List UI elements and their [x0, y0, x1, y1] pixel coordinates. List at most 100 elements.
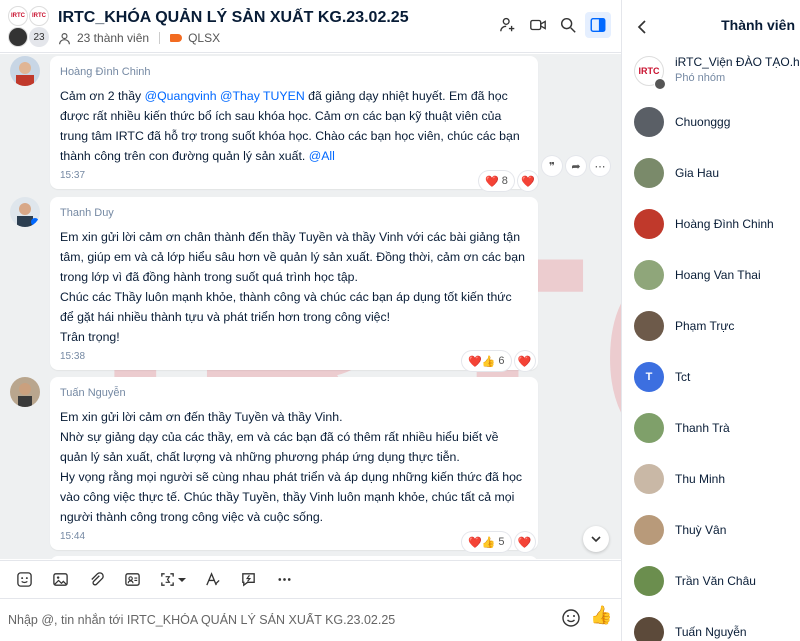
- sender-name: Hoàng Đình Chinh: [60, 66, 151, 78]
- emoji-button[interactable]: [561, 608, 581, 628]
- format-text-button[interactable]: [196, 565, 228, 595]
- member-item[interactable]: T Tct: [622, 357, 800, 397]
- quote-button[interactable]: ❞: [542, 156, 562, 176]
- more-button[interactable]: ⋯: [590, 156, 610, 176]
- avatar-photo: [10, 197, 40, 227]
- reactions: ❤️👍 6 ❤️: [462, 351, 535, 371]
- mention-link[interactable]: @All: [309, 149, 335, 163]
- heart-like-icon: ❤️👍: [468, 355, 496, 368]
- avatar[interactable]: [634, 209, 664, 239]
- heart-icon: ❤️: [520, 175, 535, 188]
- screenshot-button[interactable]: [152, 565, 192, 595]
- group-avatar[interactable]: IRTC IRTC 23: [8, 6, 50, 48]
- member-item[interactable]: Hoang Van Thai: [622, 255, 800, 295]
- avatar-photo: [634, 464, 664, 494]
- avatar[interactable]: [634, 413, 664, 443]
- member-item[interactable]: Tuấn Nguyễn: [622, 612, 800, 641]
- panel-title: Thành viên: [721, 17, 795, 33]
- divider: [159, 32, 161, 44]
- member-name: Tuấn Nguyễn: [675, 625, 747, 639]
- message-actions: ❞ ➦ ⋯: [542, 156, 610, 176]
- member-name: Thanh Trà: [675, 421, 730, 435]
- message-time: 15:37: [60, 170, 86, 181]
- reaction-summary[interactable]: ❤️👍 5: [462, 532, 511, 552]
- member-role: Phó nhóm: [675, 72, 726, 84]
- add-member-button[interactable]: [495, 12, 521, 38]
- video-call-button[interactable]: [525, 12, 551, 38]
- react-button[interactable]: ❤️: [517, 171, 538, 191]
- message-bubble: [50, 556, 538, 559]
- back-button[interactable]: [634, 18, 652, 36]
- members-icon[interactable]: [58, 32, 71, 45]
- scroll-to-bottom-button[interactable]: [583, 526, 609, 552]
- forward-icon: ➦: [571, 160, 581, 173]
- member-item[interactable]: Phạm Trực: [622, 306, 800, 346]
- member-item[interactable]: Trần Văn Châu: [622, 561, 800, 601]
- avatar[interactable]: [634, 464, 664, 494]
- avatar[interactable]: [634, 260, 664, 290]
- member-name: Thu Minh: [675, 472, 726, 486]
- member-item[interactable]: Chuonggg: [622, 102, 800, 142]
- reactions: ❤️ 8 ❤️: [479, 171, 538, 191]
- chevron-down-icon: [591, 536, 601, 543]
- group-tag[interactable]: QLSX: [188, 31, 220, 45]
- member-item[interactable]: Thu Minh: [622, 459, 800, 499]
- member-item[interactable]: IRTC iRTC_Viện ĐÀO TẠO.h Phó nhóm: [622, 51, 800, 91]
- member-item[interactable]: Thanh Trà: [622, 408, 800, 448]
- member-name: Gia Hau: [675, 166, 720, 180]
- member-item[interactable]: Gia Hau: [622, 153, 800, 193]
- attach-icon: [90, 572, 104, 586]
- avatar-photo: [634, 260, 664, 290]
- message-bubble[interactable]: Tuấn Nguyễn Em xin gửi lời cảm ơn đến th…: [50, 377, 538, 550]
- avatar[interactable]: [634, 566, 664, 596]
- message-list[interactable]: IRTC Hoàng Đình Chinh Cảm ơn 2 thầy @Qua…: [0, 54, 621, 559]
- member-item[interactable]: Hoàng Đình Chinh: [622, 204, 800, 244]
- search-button[interactable]: [555, 12, 581, 38]
- members-count[interactable]: 23 thành viên: [77, 31, 149, 45]
- chat-area: IRTC IRTC 23 IRTC_KHÓA QUẢN LÝ SẢN XUẤT …: [0, 0, 621, 641]
- image-button[interactable]: [44, 565, 76, 595]
- react-button[interactable]: ❤️: [514, 532, 535, 552]
- quick-like-button[interactable]: 👍: [590, 605, 612, 629]
- heart-like-icon: ❤️👍: [468, 536, 496, 549]
- avatar[interactable]: [634, 107, 664, 137]
- forward-button[interactable]: ➦: [566, 156, 586, 176]
- avatar[interactable]: [634, 158, 664, 188]
- mention-link[interactable]: @Quangvinh: [145, 89, 217, 103]
- member-item[interactable]: Thuỳ Vân: [622, 510, 800, 550]
- like-icon: 👍: [590, 605, 613, 625]
- react-button[interactable]: ❤️: [514, 351, 535, 371]
- message-bubble[interactable]: Thanh Duy Em xin gửi lời cảm ơn chân thà…: [50, 197, 538, 370]
- message-time: 15:38: [60, 351, 86, 362]
- toggle-sidebar-button[interactable]: [585, 12, 611, 38]
- message-input[interactable]: [8, 609, 548, 631]
- avatar-photo: [634, 515, 664, 545]
- avatar[interactable]: [634, 311, 664, 341]
- avatar-photo: [634, 209, 664, 239]
- avatar[interactable]: [10, 197, 40, 227]
- mention-link[interactable]: @Thay TUYEN: [220, 89, 305, 103]
- reaction-summary[interactable]: ❤️ 8: [479, 171, 514, 191]
- avatar[interactable]: [10, 56, 40, 86]
- avatar[interactable]: T: [634, 362, 664, 392]
- attach-file-button[interactable]: [80, 565, 112, 595]
- avatar-photo: [10, 56, 40, 86]
- more-icon: ⋯: [594, 160, 606, 173]
- message-bubble[interactable]: Hoàng Đình Chinh Cảm ơn 2 thầy @Quangvin…: [50, 56, 538, 189]
- sticker-button[interactable]: [8, 565, 40, 595]
- format-text-icon: [205, 572, 220, 586]
- more-options-button[interactable]: [268, 565, 300, 595]
- group-avatar-logo: IRTC: [8, 6, 28, 26]
- contact-card-button[interactable]: [116, 565, 148, 595]
- reactions: ❤️👍 5 ❤️: [462, 532, 535, 552]
- reaction-summary[interactable]: ❤️👍 6: [462, 351, 511, 371]
- avatar[interactable]: [634, 515, 664, 545]
- composer-toolbar: [0, 560, 621, 598]
- group-avatar-logo: IRTC: [29, 6, 49, 26]
- avatar[interactable]: [10, 377, 40, 407]
- quote-icon: ❞: [549, 160, 555, 173]
- chevron-left-icon: [637, 20, 646, 34]
- quick-message-button[interactable]: [232, 565, 264, 595]
- sender-name: Thanh Duy: [60, 207, 114, 219]
- avatar[interactable]: [634, 617, 664, 641]
